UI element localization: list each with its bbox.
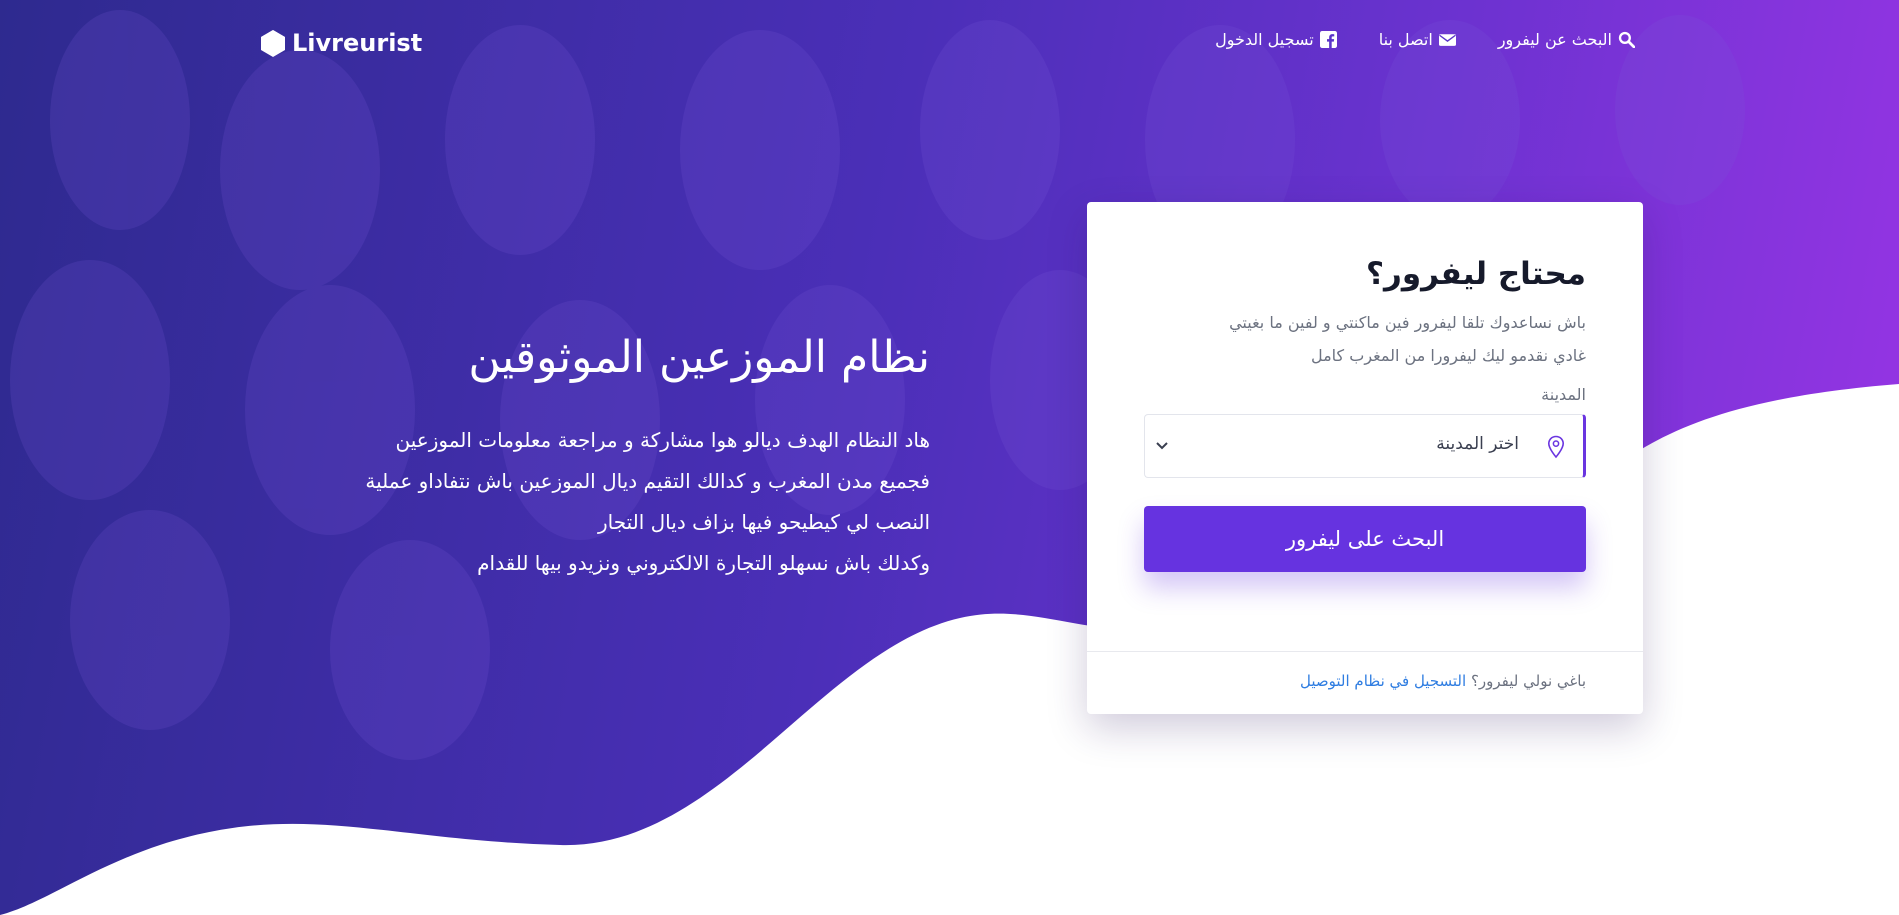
nav-link-find-driver-label: البحث عن ليفرور xyxy=(1497,30,1612,49)
city-select-value: اختر المدينة xyxy=(1436,434,1519,454)
page: Livreurist تسجيل الدخول اتصل بنا البحث ع… xyxy=(0,0,1899,915)
hero-description: هاد النظام الهدف ديالو هوا مشاركة و مراج… xyxy=(270,420,930,584)
city-select[interactable]: اختر المدينة xyxy=(1144,414,1586,478)
brand-name: Livreurist xyxy=(292,29,423,57)
nav-link-find-driver[interactable]: البحث عن ليفرور xyxy=(1498,30,1635,49)
card-divider xyxy=(1087,651,1643,652)
nav-link-contact[interactable]: اتصل بنا xyxy=(1379,30,1456,49)
hero-description-line: هاد النظام الهدف ديالو هوا مشاركة و مراج… xyxy=(395,428,930,452)
box-icon xyxy=(261,30,285,57)
nav-link-login-label: تسجيل الدخول xyxy=(1215,30,1314,49)
search-card-body: محتاج ليفرور؟ باش نساعدوك تلقا ليفرور في… xyxy=(1144,252,1586,572)
search-icon xyxy=(1618,31,1635,48)
city-field-label: المدينة xyxy=(1541,385,1586,404)
search-driver-button[interactable]: البحث على ليفرور xyxy=(1144,506,1586,572)
nav-links: تسجيل الدخول اتصل بنا البحث عن ليفرور xyxy=(1215,30,1635,49)
facebook-icon xyxy=(1319,31,1337,48)
hero-description-line: فجميع مدن المغرب و كدالك التقيم ديال الم… xyxy=(365,469,930,493)
envelope-icon xyxy=(1438,34,1456,46)
hero-description-line: النصب لي كيطيحو فيها بزاف ديال التجار xyxy=(597,510,930,534)
map-pin-icon xyxy=(1547,435,1565,459)
search-card-footer: باغي نولي ليفرور؟ التسجيل في نظام التوصي… xyxy=(1300,672,1586,690)
hero-text-block: نظام الموزعين الموثوقين هاد النظام الهدف… xyxy=(270,330,930,584)
register-driver-link[interactable]: التسجيل في نظام التوصيل xyxy=(1300,672,1466,690)
search-card-description-line: غادي نقدمو ليك ليفرورا من المغرب كامل xyxy=(1310,346,1586,365)
nav-link-contact-label: اتصل بنا xyxy=(1378,30,1433,49)
become-driver-text: باغي نولي ليفرور؟ xyxy=(1470,672,1586,690)
top-navbar: Livreurist تسجيل الدخول اتصل بنا البحث ع… xyxy=(0,0,1899,88)
search-card: محتاج ليفرور؟ باش نساعدوك تلقا ليفرور في… xyxy=(1087,202,1643,714)
search-card-description-line: باش نساعدوك تلقا ليفرور فين ماكنتي و لفي… xyxy=(1229,313,1586,332)
nav-link-login[interactable]: تسجيل الدخول xyxy=(1215,30,1337,49)
chevron-down-icon xyxy=(1156,442,1168,450)
search-card-title: محتاج ليفرور؟ xyxy=(1366,256,1586,292)
brand-logo-link[interactable]: Livreurist xyxy=(258,26,422,60)
hero-description-line: وكدلك باش نسهلو التجارة الالكتروني ونزيد… xyxy=(477,551,930,575)
hero-title: نظام الموزعين الموثوقين xyxy=(468,332,930,383)
search-card-description: باش نساعدوك تلقا ليفرور فين ماكنتي و لفي… xyxy=(1144,306,1586,372)
